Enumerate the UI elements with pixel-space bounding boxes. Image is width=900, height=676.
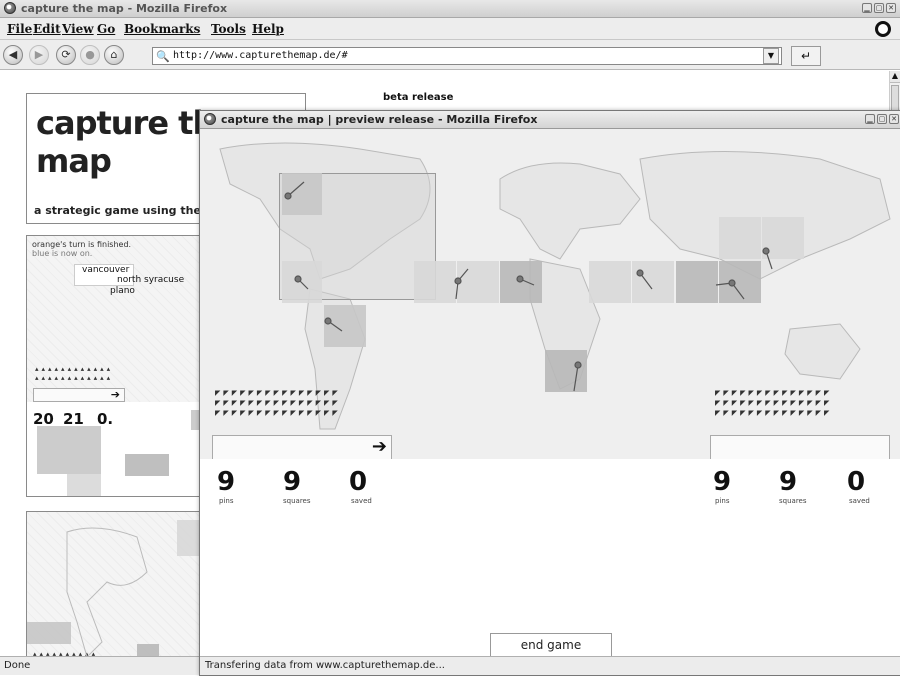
maximize-icon[interactable]: ▢ xyxy=(874,3,884,13)
menu-tools[interactable]: Tools xyxy=(211,22,246,36)
page-subtitle: a strategic game using the go xyxy=(34,204,221,217)
pin-row: ▴▴▴▴▴▴▴▴▴▴▴▴ xyxy=(35,365,114,373)
home-icon[interactable]: ⌂ xyxy=(104,45,124,65)
turn-status: orange's turn is finished. xyxy=(32,240,132,249)
maximize-icon[interactable]: ▢ xyxy=(877,114,887,124)
turn-next: blue is now on. xyxy=(32,249,93,258)
minimize-icon[interactable]: ▁ xyxy=(862,3,872,13)
pins-count: 9 xyxy=(217,467,236,497)
menu-view[interactable]: View xyxy=(62,22,94,36)
menu-bar: File Edit View Go Bookmarks Tools Help xyxy=(0,18,900,40)
minimize-icon[interactable]: ▁ xyxy=(865,114,875,124)
captured-square xyxy=(37,426,101,474)
menu-help[interactable]: Help xyxy=(252,22,284,36)
right-turn-indicator xyxy=(710,435,890,459)
stop-icon[interactable]: ● xyxy=(80,45,100,65)
back-icon[interactable]: ◀ xyxy=(3,45,23,65)
go-button[interactable]: ↵ xyxy=(791,46,821,66)
menu-file[interactable]: File xyxy=(7,22,32,36)
squares-count: 9 xyxy=(779,467,798,497)
right-pins: ◤◤◤◤◤◤◤◤◤◤◤◤◤◤ xyxy=(715,399,833,407)
map-preview-panel: ▴▴▴▴▴▴▴▴▴▴ xyxy=(26,511,206,656)
url-input[interactable]: http://www.capturethemap.de/# xyxy=(152,47,782,65)
squares-label: squares xyxy=(779,497,807,505)
left-pins: ◤◤◤◤◤◤◤◤◤◤◤◤◤◤◤ xyxy=(215,409,341,417)
city-label: north syracuse xyxy=(117,275,185,285)
pin-row: ▴▴▴▴▴▴▴▴▴▴▴▴ xyxy=(35,374,114,382)
firefox-icon xyxy=(204,113,216,125)
turn-indicator: ➔ xyxy=(33,388,125,402)
end-game-button[interactable]: end game xyxy=(490,633,612,657)
small-world-map xyxy=(66,527,148,656)
firefox-icon xyxy=(4,2,16,14)
scroll-up-icon[interactable]: ▲ xyxy=(890,71,900,83)
right-pins: ◤◤◤◤◤◤◤◤◤◤◤◤◤◤ xyxy=(715,389,833,397)
menu-bookmarks[interactable]: Bookmarks xyxy=(124,22,200,36)
pins-label: pins xyxy=(219,497,234,505)
reload-icon[interactable]: ⟳ xyxy=(56,45,76,65)
close-icon[interactable]: ✕ xyxy=(889,114,899,124)
window-titlebar[interactable]: capture the map - Mozilla Firefox ▁ ▢ ✕ xyxy=(0,0,900,18)
menu-go[interactable]: Go xyxy=(97,22,115,36)
navigation-toolbar: ◀ ▶ ⟳ ● ⌂ http://www.capturethemap.de/# … xyxy=(0,40,900,70)
squares-count: 9 xyxy=(283,467,302,497)
squares-label: squares xyxy=(283,497,311,505)
window-controls: ▁ ▢ ✕ xyxy=(862,3,896,13)
window-title: capture the map - Mozilla Firefox xyxy=(21,2,228,15)
saved-label: saved xyxy=(351,497,372,505)
game-preview-panel: orange's turn is finished. blue is now o… xyxy=(26,235,206,497)
popup-status-bar: Transfering data from www.capturethemap.… xyxy=(200,656,900,675)
popup-title: capture the map | preview release - Mozi… xyxy=(221,113,538,126)
captured-square xyxy=(125,454,169,476)
popup-titlebar[interactable]: capture the map | preview release - Mozi… xyxy=(200,111,900,129)
saved-count: 0 xyxy=(349,467,368,497)
left-pins: ◤◤◤◤◤◤◤◤◤◤◤◤◤◤◤ xyxy=(215,399,341,407)
page-icon: 🔍 xyxy=(156,50,170,63)
captured-square xyxy=(67,474,101,496)
close-icon[interactable]: ✕ xyxy=(886,3,896,13)
pins-count: 9 xyxy=(713,467,732,497)
url-dropdown-icon[interactable]: ▼ xyxy=(763,48,779,64)
city-label: plano xyxy=(110,286,135,296)
popup-status-text: Transfering data from www.capturethemap.… xyxy=(205,660,445,671)
left-pins: ◤◤◤◤◤◤◤◤◤◤◤◤◤◤◤ xyxy=(215,389,341,397)
world-map[interactable]: ◤◤◤◤◤◤◤◤◤◤◤◤◤◤◤ ◤◤◤◤◤◤◤◤◤◤◤◤◤◤◤ ◤◤◤◤◤◤◤◤… xyxy=(200,129,900,459)
saved-count: 0 xyxy=(847,467,866,497)
status-text: Done xyxy=(4,660,31,671)
pins-label: pins xyxy=(715,497,730,505)
right-pins: ◤◤◤◤◤◤◤◤◤◤◤◤◤◤ xyxy=(715,409,833,417)
menu-edit[interactable]: Edit xyxy=(33,22,61,36)
throbber-icon xyxy=(875,21,891,37)
saved-label: saved xyxy=(849,497,870,505)
beta-label: beta release xyxy=(383,92,454,103)
game-popup-window: capture the map | preview release - Mozi… xyxy=(199,110,900,676)
popup-window-controls: ▁ ▢ ✕ xyxy=(865,114,899,124)
forward-icon[interactable]: ▶ xyxy=(29,45,49,65)
left-turn-indicator: ➔ xyxy=(212,435,392,459)
city-label: vancouver xyxy=(82,265,130,275)
